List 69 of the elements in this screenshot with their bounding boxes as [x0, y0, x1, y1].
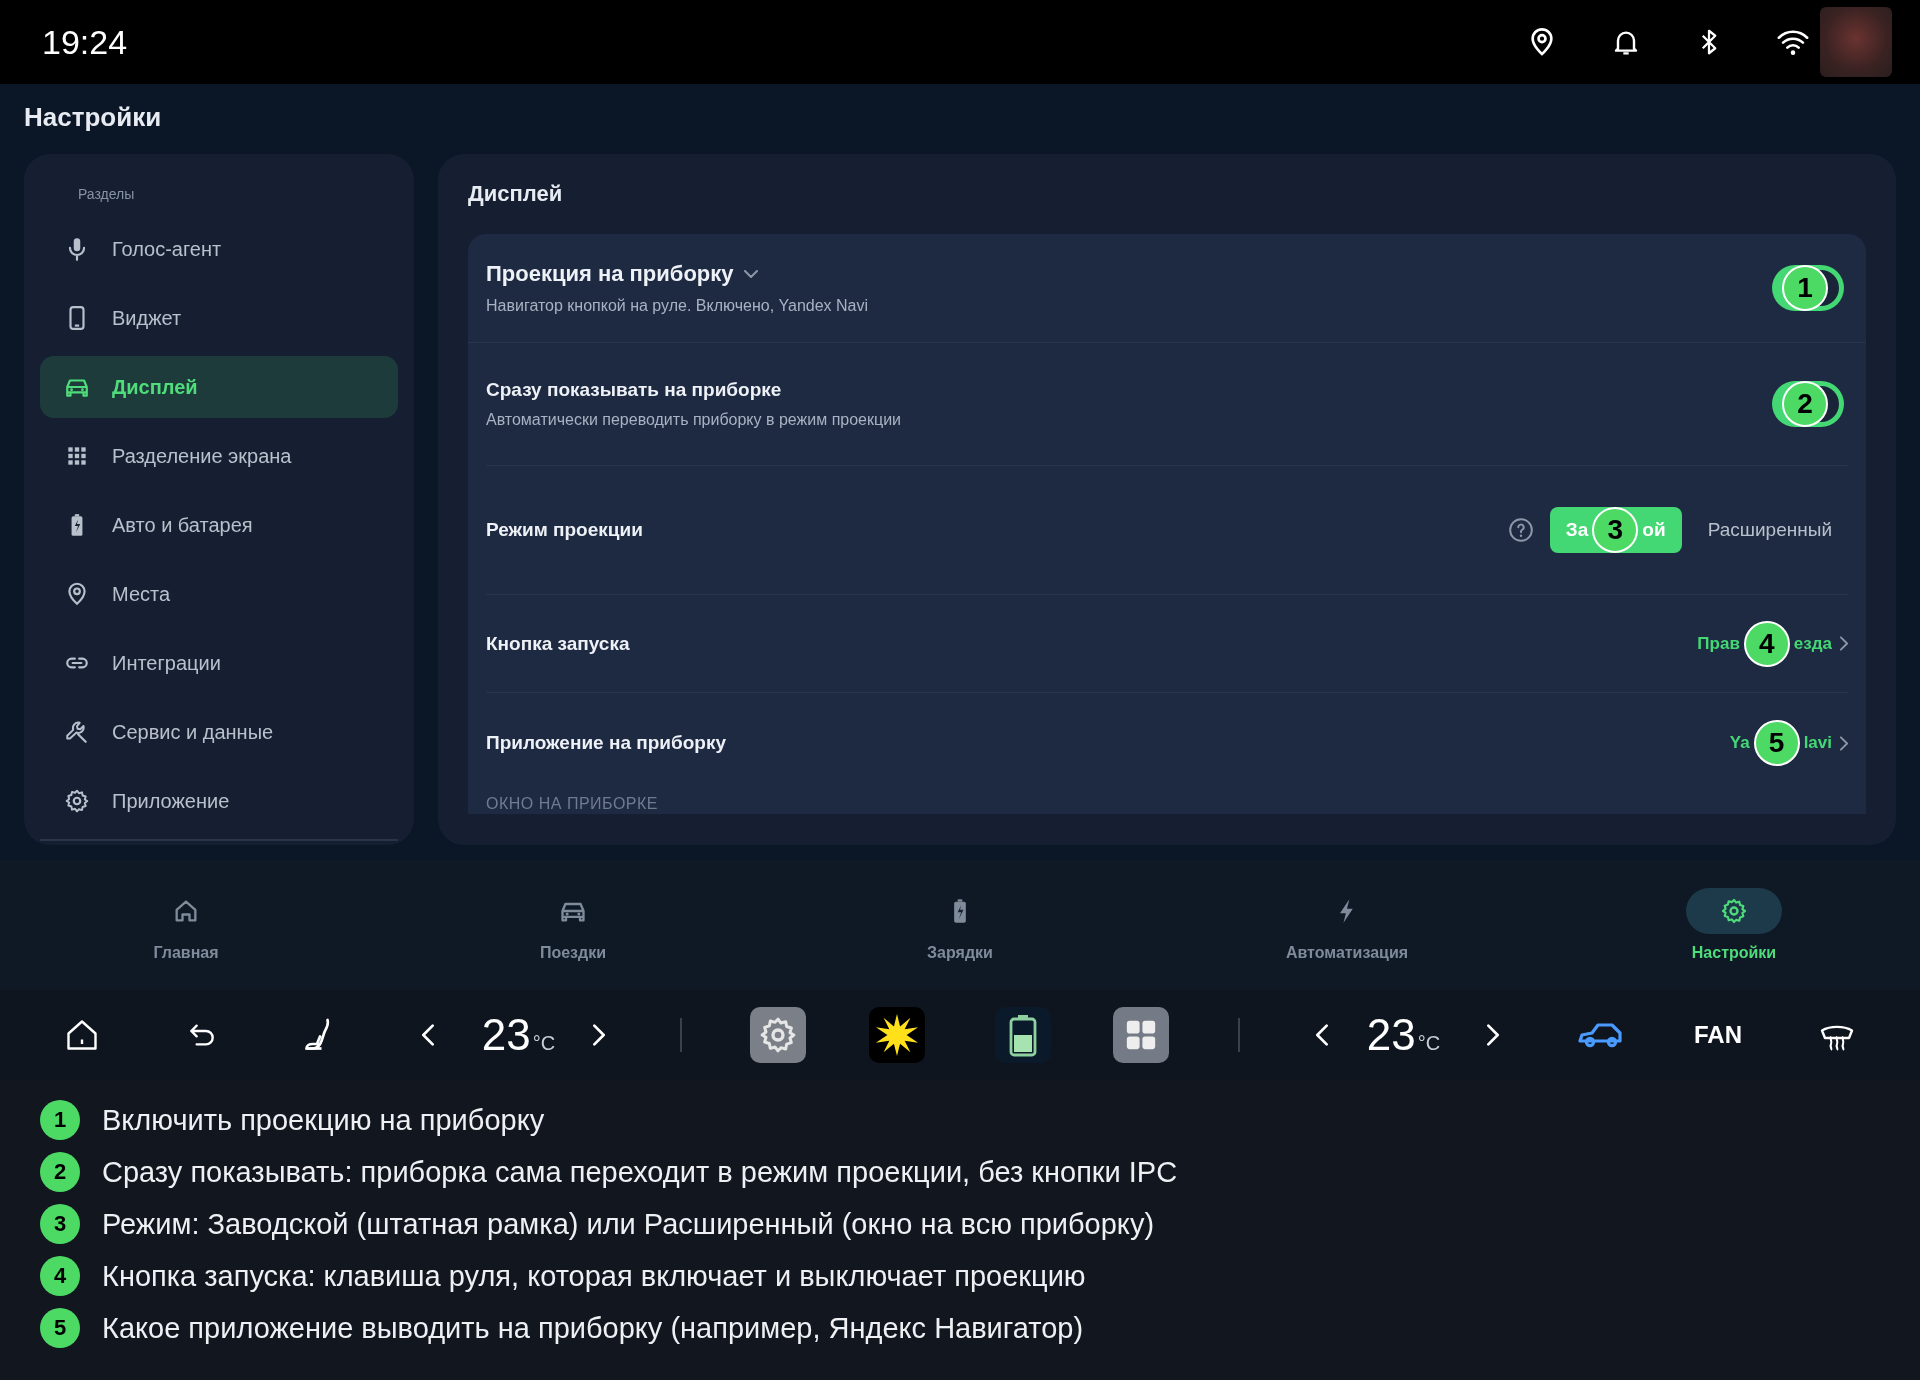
- temperature-unit: °C: [532, 1032, 556, 1055]
- annotation-text: Сразу показывать: приборка сама переходит в режим проекции, без кнопки IPC: [102, 1155, 1178, 1189]
- section-title: Дисплей: [468, 181, 563, 207]
- chevron-left-icon: [421, 1024, 434, 1046]
- chevron-right-icon: [1487, 1024, 1499, 1046]
- nav-tab[interactable]: Поездки: [379, 860, 767, 990]
- wrench-icon: [64, 719, 90, 745]
- battery-app-icon[interactable]: [994, 1007, 1051, 1063]
- sidebar-item[interactable]: Приложение: [40, 770, 398, 832]
- setting-title: Сразу показывать на приборке: [486, 379, 783, 401]
- toggle-switch[interactable]: 2: [1772, 381, 1844, 427]
- annotation-text: Кнопка запуска: клавиша руля, которая включает и выключает проекцию: [102, 1259, 1086, 1293]
- chevron-right-icon: [1840, 735, 1848, 751]
- nav-tab[interactable]: Зарядки: [766, 860, 1154, 990]
- temperature-value: 23: [1366, 1010, 1416, 1060]
- chevron-right-icon: [1840, 636, 1848, 651]
- sun-app-icon[interactable]: [868, 1007, 925, 1063]
- callout-number: 5: [1753, 720, 1800, 766]
- setting-title: Проекция на приборку: [486, 261, 734, 287]
- sidebar-item[interactable]: Виджет: [40, 287, 398, 349]
- temperature-unit: °C: [1417, 1032, 1441, 1055]
- setting-value[interactable]: езда: [1793, 633, 1832, 654]
- callout-number: 2: [1782, 381, 1828, 427]
- fan-button[interactable]: FAN: [1694, 1021, 1742, 1049]
- callout-number: 2: [40, 1152, 80, 1192]
- sidebar-item[interactable]: Интеграции: [40, 632, 398, 694]
- callout-number: 4: [40, 1256, 80, 1296]
- nav-tab[interactable]: Главная: [0, 860, 380, 990]
- sidebar-item[interactable]: Голос-агент: [40, 218, 398, 280]
- help-icon: [1507, 517, 1534, 543]
- chevron-left-icon: [1316, 1024, 1328, 1046]
- callout-number: 1: [40, 1100, 80, 1140]
- callout-number: 3: [40, 1204, 80, 1244]
- setting-title: Режим проекции: [486, 519, 643, 541]
- segment-option[interactable]: За 3 ой: [1549, 507, 1682, 553]
- callout-number: 1: [1782, 265, 1828, 311]
- chevron-right-icon: [593, 1024, 605, 1046]
- setting-value[interactable]: lavi: [1803, 733, 1832, 753]
- nav-tab[interactable]: Автоматизация: [1153, 860, 1541, 990]
- toggle-switch[interactable]: 1: [1772, 265, 1844, 311]
- section-header: Разделы: [77, 186, 136, 204]
- setting-description: Автоматически переводить приборку в режим проекции: [486, 411, 902, 429]
- clock-time: 19:24: [42, 22, 128, 62]
- segment-option[interactable]: Расширенный: [1691, 507, 1848, 553]
- settings-icon: [64, 788, 90, 814]
- sidebar-item[interactable]: Авто и батарея: [40, 494, 398, 556]
- callout-number: 4: [1743, 620, 1790, 667]
- annotation-text: Включить проекцию на приборку: [102, 1103, 545, 1137]
- settings-app-icon[interactable]: [750, 1007, 806, 1063]
- settings-icon: [1720, 897, 1748, 925]
- sidebar-item[interactable]: Дисплей: [40, 356, 398, 418]
- callout-number: 5: [40, 1308, 80, 1348]
- setting-value[interactable]: Ya: [1729, 733, 1750, 753]
- home-icon: [64, 1017, 100, 1053]
- setting-title: Кнопка запуска: [486, 632, 630, 655]
- callout-number: 3: [1592, 507, 1639, 553]
- temperature-value: 23: [481, 1010, 531, 1060]
- annotation-text: Какое приложение выводить на приборку (например, Яндекс Навигатор): [102, 1311, 1084, 1345]
- nav-tab[interactable]: Настройки: [1540, 860, 1920, 990]
- setting-description: Навигатор кнопкой на руле. Включено, Yandex Navi: [486, 297, 869, 315]
- page-title: Настройки: [24, 101, 162, 133]
- sidebar-item[interactable]: Разделение экрана: [40, 425, 398, 487]
- setting-value[interactable]: Прав: [1697, 633, 1740, 654]
- section-label: ОКНО НА ПРИБОРКЕ: [486, 794, 659, 813]
- sidebar-item[interactable]: Места: [40, 563, 398, 625]
- sidebar-item[interactable]: Сервис и данные: [40, 701, 398, 763]
- annotation-text: Режим: Заводской (штатная рамка) или Расширенный (окно на всю приборку): [102, 1207, 1155, 1241]
- grid-app-icon[interactable]: [1112, 1007, 1169, 1063]
- setting-title: Приложение на приборку: [486, 732, 726, 754]
